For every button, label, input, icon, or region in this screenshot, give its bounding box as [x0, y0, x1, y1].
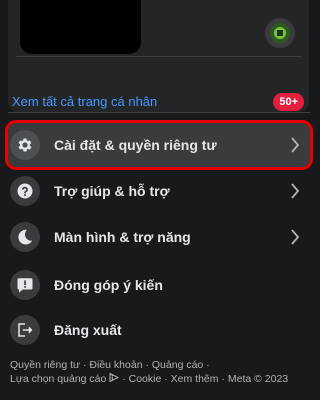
footer-separator: ·: [161, 373, 171, 385]
chevron-right-icon: [291, 229, 300, 245]
menu-item-give-feedback[interactable]: Đóng góp ý kiến: [8, 263, 310, 307]
footer-link-terms[interactable]: Điều khoản: [89, 359, 142, 371]
menu-item-display-accessibility[interactable]: Màn hình & trợ năng: [8, 215, 310, 259]
menu-item-settings-privacy[interactable]: Cài đặt & quyền riêng tư: [5, 120, 313, 170]
footer-copyright: Meta © 2023: [227, 373, 289, 385]
footer-link-more[interactable]: Xem thêm: [171, 373, 219, 385]
menu-item-label: Cài đặt & quyền riêng tư: [54, 137, 217, 153]
question-icon: [10, 176, 40, 206]
footer-link-ads[interactable]: Quảng cáo: [152, 359, 203, 371]
footer-link-ad-choices-label: Lựa chọn quảng cáo: [10, 373, 107, 385]
footer-link-privacy[interactable]: Quyền riêng tư: [10, 359, 80, 371]
moon-icon: [10, 222, 40, 252]
menu-item-log-out[interactable]: Đăng xuất: [8, 308, 310, 352]
footer-separator: ·: [119, 373, 129, 385]
footer-separator: ·: [203, 359, 210, 371]
footer-separator: ·: [142, 359, 152, 371]
menu-item-help-support[interactable]: Trợ giúp & hỗ trợ: [8, 169, 310, 213]
menu-item-label: Đóng góp ý kiến: [54, 277, 163, 293]
section-divider: [8, 112, 310, 113]
redacted-profile-name: [20, 0, 141, 54]
gear-icon: [10, 130, 40, 160]
avatar-icon: [270, 23, 290, 43]
footer-separator: ·: [218, 373, 228, 385]
menu-item-label: Màn hình & trợ năng: [54, 229, 191, 245]
footer-link-ad-choices[interactable]: Lựa chọn quảng cáo: [10, 372, 120, 385]
chevron-right-icon: [291, 137, 300, 153]
menu-item-label: Trợ giúp & hỗ trợ: [54, 183, 170, 199]
notification-badge: 50+: [273, 93, 304, 111]
footer-links: Quyền riêng tư · Điều khoản · Quảng cáo …: [10, 358, 310, 386]
ad-choices-icon: [109, 372, 120, 383]
card-divider: [16, 56, 301, 57]
logout-icon: [10, 315, 40, 345]
page-avatar[interactable]: [265, 18, 295, 48]
chevron-right-icon: [291, 183, 300, 199]
menu-item-label: Đăng xuất: [54, 322, 122, 338]
feedback-icon: [10, 270, 40, 300]
footer-link-cookie[interactable]: Cookie: [129, 373, 162, 385]
see-all-profiles-link[interactable]: Xem tất cả trang cá nhân: [12, 94, 157, 109]
